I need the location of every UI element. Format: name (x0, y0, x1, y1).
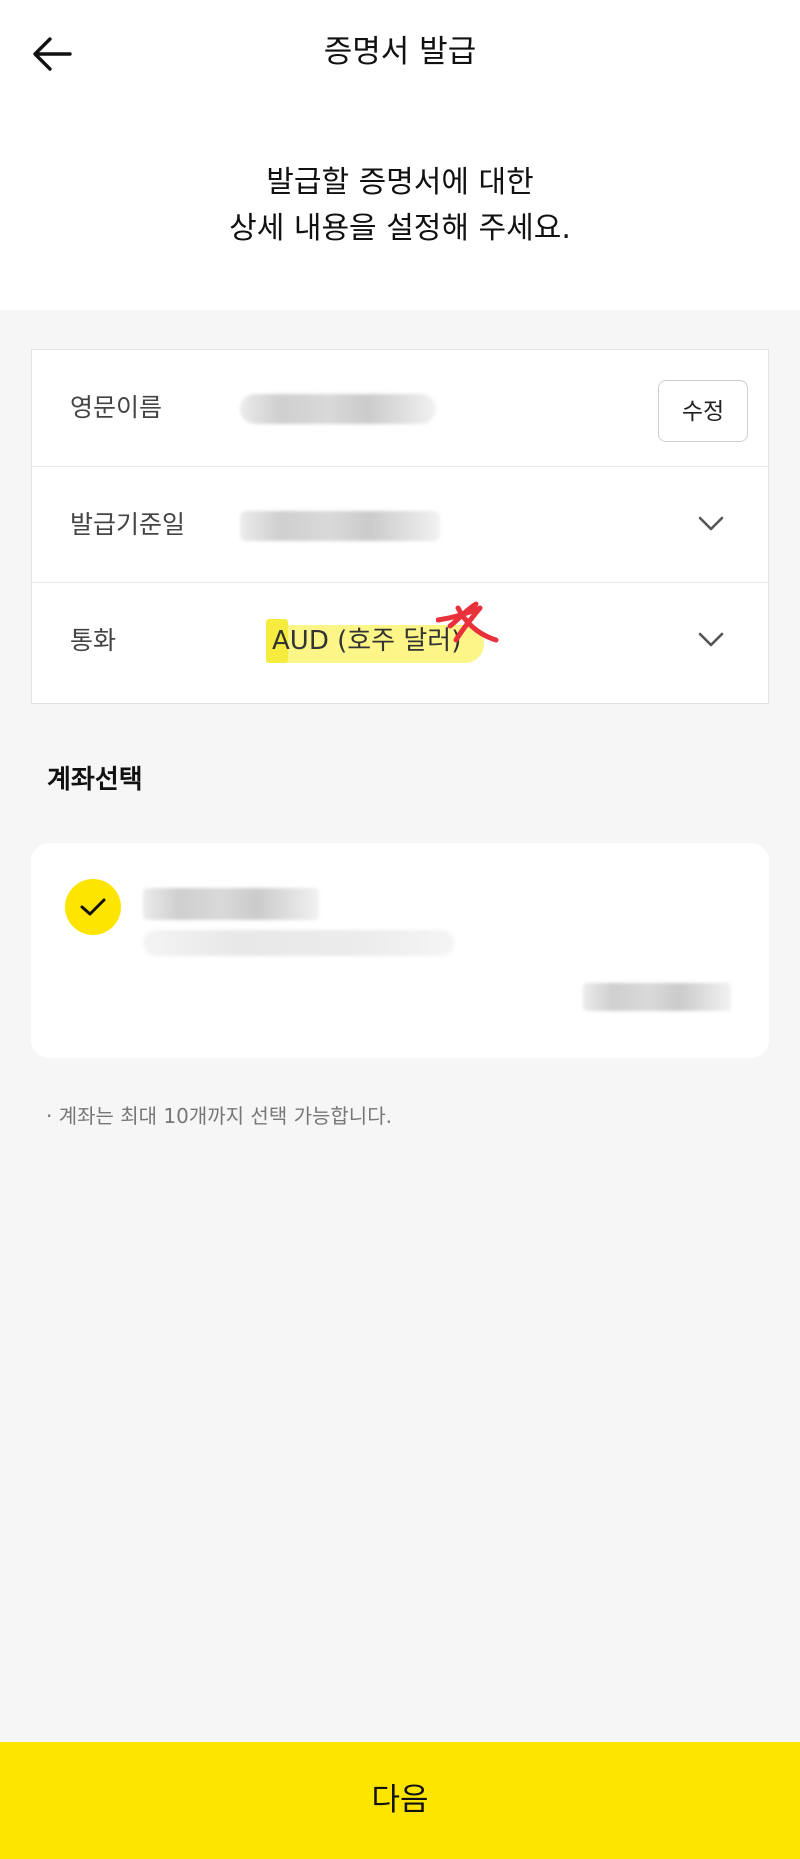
currency-label: 통화 (70, 626, 117, 655)
account-section-title: 계좌선택 (47, 765, 143, 795)
header: 증명서 발급 발급할 증명서에 대한 상세 내용을 설정해 주세요. (0, 0, 800, 310)
currency-dropdown[interactable] (694, 623, 728, 657)
issue-date-label: 발급기준일 (70, 510, 186, 539)
intro-line-1: 발급할 증명서에 대한 (266, 165, 534, 200)
check-icon (80, 898, 106, 916)
english-name-label: 영문이름 (70, 393, 163, 422)
currency-value[interactable]: AUD (호주 달러) (272, 583, 461, 699)
english-name-row: 영문이름 수정 (32, 350, 768, 466)
intro-line-2: 상세 내용을 설정해 주세요. (229, 211, 571, 246)
issue-date-row[interactable]: 발급기준일 (32, 466, 768, 583)
account-name-redacted (143, 888, 319, 920)
chevron-down-icon (698, 632, 724, 647)
english-name-value-redacted (240, 394, 436, 424)
issue-date-value-redacted (240, 511, 440, 541)
page-title: 증명서 발급 (323, 34, 477, 70)
account-checkbox[interactable] (65, 879, 121, 935)
account-limit-note: · 계좌는 최대 10개까지 선택 가능합니다. (46, 1104, 392, 1128)
edit-name-button[interactable]: 수정 (658, 380, 748, 442)
star-scribble-annotation (436, 601, 499, 643)
intro-text: 발급할 증명서에 대한 상세 내용을 설정해 주세요. (0, 160, 800, 252)
account-balance-redacted (583, 983, 731, 1011)
account-number-redacted (143, 930, 455, 956)
account-card[interactable] (31, 843, 769, 1058)
issue-date-dropdown[interactable] (694, 507, 728, 541)
chevron-down-icon (698, 516, 724, 531)
next-button[interactable]: 다음 (0, 1742, 800, 1859)
settings-card: 영문이름 수정 발급기준일 통화 AUD (호주 달러) (31, 349, 769, 704)
currency-row[interactable]: 통화 AUD (호주 달러) (32, 582, 768, 699)
